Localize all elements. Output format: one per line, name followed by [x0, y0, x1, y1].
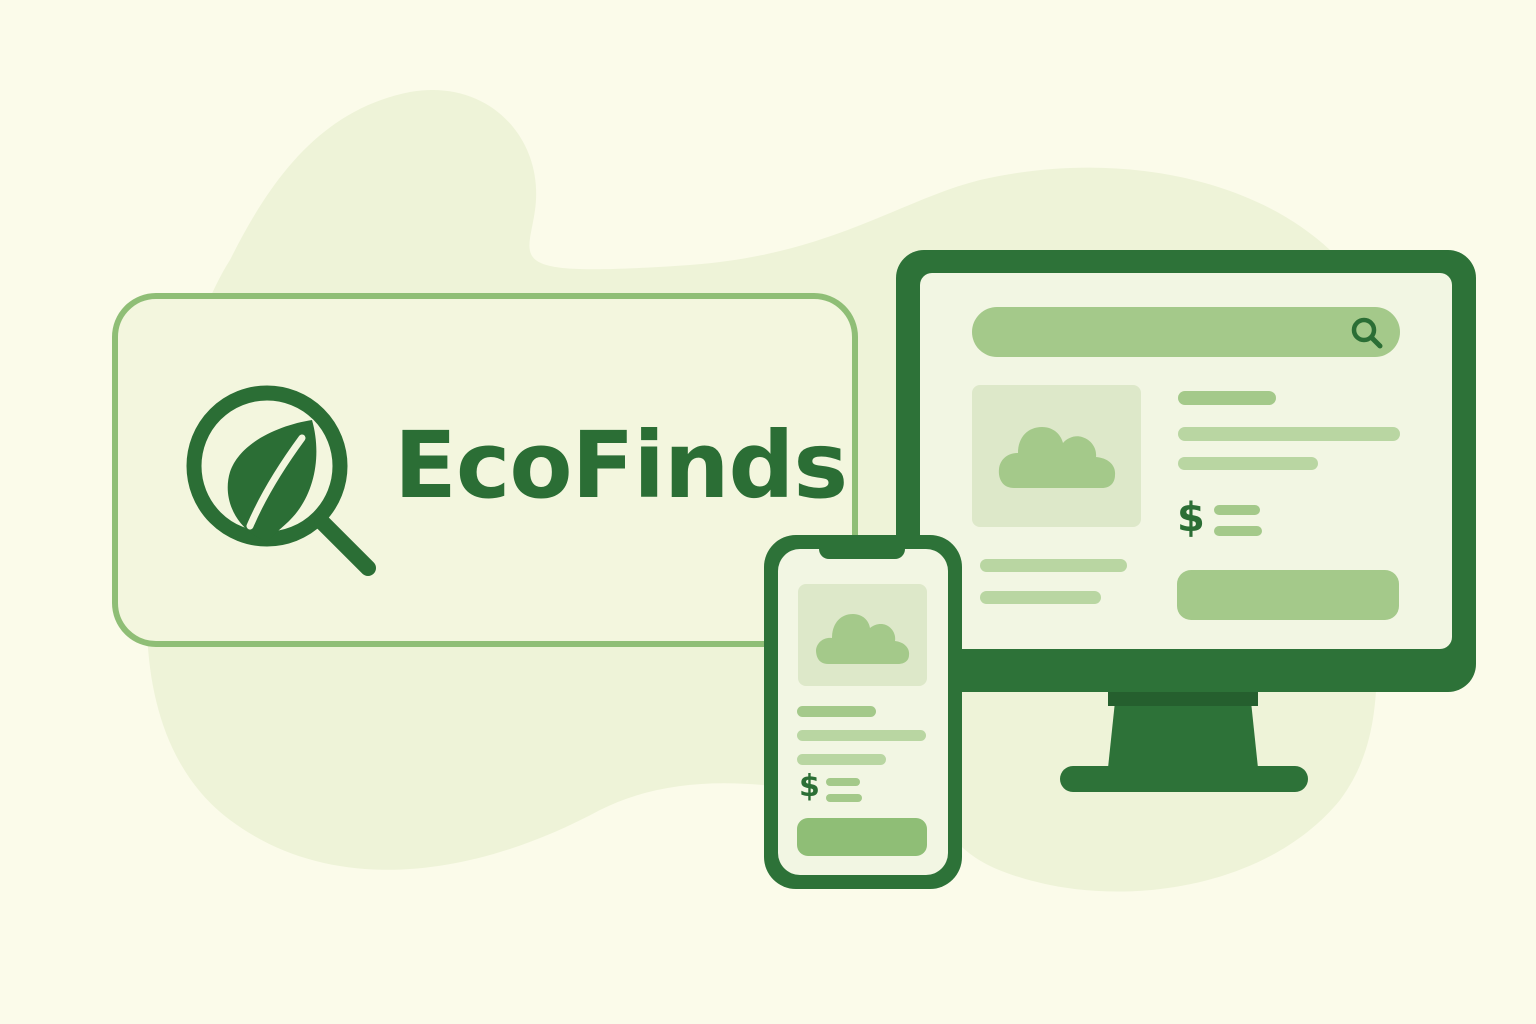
- phone-text-placeholder: [797, 730, 926, 741]
- price-placeholder: [1214, 526, 1262, 536]
- brand-name: EcoFinds: [394, 412, 848, 519]
- cloud-image-icon: [998, 427, 1116, 488]
- cloud-image-icon: [816, 614, 910, 664]
- leaf-magnifier-icon: [186, 385, 376, 576]
- product-image: [972, 385, 1141, 527]
- phone-price-symbol: $: [799, 769, 820, 804]
- product-text-placeholder: [1178, 457, 1318, 470]
- phone-add-to-cart-button[interactable]: [797, 818, 927, 856]
- product-text-placeholder: [1178, 427, 1400, 441]
- price-symbol: $: [1177, 495, 1205, 541]
- description-placeholder: [980, 559, 1127, 572]
- description-placeholder: [980, 591, 1101, 604]
- phone-title-placeholder: [797, 706, 876, 717]
- phone-notch: [819, 545, 905, 559]
- add-to-cart-button[interactable]: [1177, 570, 1399, 620]
- price-placeholder: [1214, 505, 1260, 515]
- monitor-base: [1060, 766, 1308, 792]
- product-title-placeholder: [1178, 391, 1276, 405]
- phone-text-placeholder: [797, 754, 886, 765]
- phone-product-image: [798, 584, 927, 686]
- search-bar[interactable]: [972, 307, 1400, 357]
- search-icon[interactable]: [1348, 314, 1386, 352]
- monitor-stand: [1108, 692, 1258, 768]
- phone-price-placeholder: [826, 778, 860, 786]
- phone-price-placeholder: [826, 794, 862, 802]
